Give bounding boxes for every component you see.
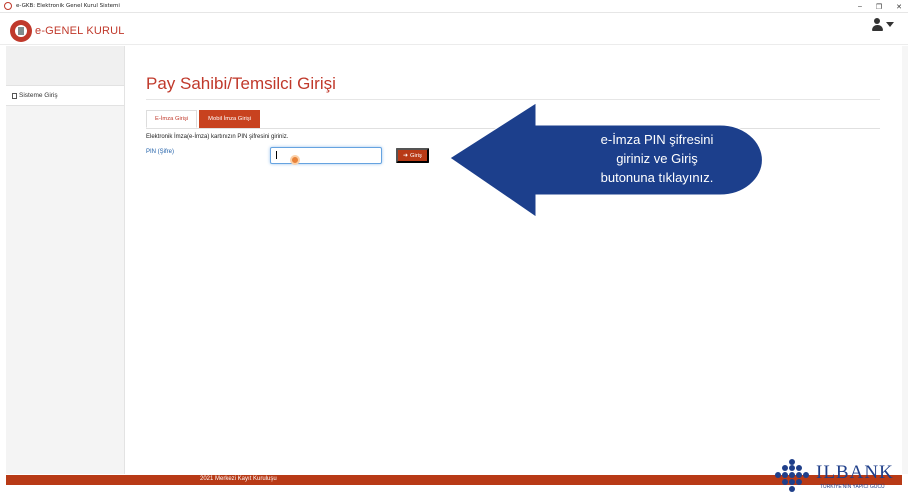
window-controls: – ❐ ✕ xyxy=(858,0,902,13)
sidebar-item-sisteme-giris[interactable]: Sisteme Giriş xyxy=(6,86,124,106)
window-titlebar: e-GKB: Elektronik Genel Kurul Sistemi – … xyxy=(0,0,908,13)
app-header: e-GENEL KURUL xyxy=(0,13,908,45)
callout-line: e-İmza PIN şifresini xyxy=(600,132,714,147)
login-button[interactable]: ➜ Giriş xyxy=(396,148,429,163)
sign-in-icon: ➜ xyxy=(403,153,409,159)
callout-line: butonuna tıklayınız. xyxy=(600,170,714,185)
login-button-label: Giriş xyxy=(410,152,422,159)
watermark-name: ILBANK xyxy=(816,462,894,483)
click-indicator xyxy=(290,155,300,165)
sidebar: Sisteme Giriş xyxy=(6,46,125,474)
callout-text: e-İmza PIN şifresini giriniz ve Giriş bu… xyxy=(552,130,762,187)
logo[interactable]: e-GENEL KURUL xyxy=(10,20,125,42)
callout-line: giriniz ve Giriş xyxy=(616,151,698,166)
pin-label: PIN (Şifre) xyxy=(146,149,175,155)
sidebar-item-label: Sisteme Giriş xyxy=(19,92,58,99)
logo-icon xyxy=(10,20,32,42)
footer-bar xyxy=(6,475,902,485)
ilbank-logo-icon xyxy=(775,459,809,492)
close-icon[interactable]: ✕ xyxy=(896,3,902,11)
tab-e-imza[interactable]: E-İmza Girişi xyxy=(146,110,198,128)
instruction-text: Elektronik İmza(e-İmza) kartınızın PIN ş… xyxy=(146,134,289,140)
watermark-tagline: TÜRKİYE'NİN YAPICI GÜCÜ xyxy=(820,484,885,490)
ilbank-watermark: ILBANK TÜRKİYE'NİN YAPICI GÜCÜ xyxy=(772,458,908,494)
page-title: Pay Sahibi/Temsilci Girişi xyxy=(146,74,336,93)
sidebar-top xyxy=(6,46,124,86)
window-title: e-GKB: Elektronik Genel Kurul Sistemi xyxy=(16,3,120,9)
footer-text: 2021 Merkezi Kayıt Kuruluşu xyxy=(200,476,277,482)
login-tabs: E-İmza Girişi Mobil İmza Girişi xyxy=(146,110,261,128)
caret-down-icon xyxy=(886,22,894,27)
text-cursor xyxy=(276,151,277,159)
title-divider xyxy=(146,99,880,100)
minimize-icon[interactable]: – xyxy=(858,3,862,10)
logo-text: e-GENEL KURUL xyxy=(35,25,125,37)
vertical-scrollbar[interactable] xyxy=(902,46,908,474)
instruction-arrow-callout: e-İmza PIN şifresini giriniz ve Giriş bu… xyxy=(450,103,762,217)
restore-icon[interactable]: ❐ xyxy=(876,3,882,11)
user-menu[interactable] xyxy=(872,18,894,31)
tab-mobil-imza[interactable]: Mobil İmza Girişi xyxy=(199,110,261,128)
pin-input[interactable] xyxy=(270,147,382,164)
app-icon xyxy=(4,2,12,10)
user-icon xyxy=(872,18,883,31)
document-icon xyxy=(12,92,17,99)
app-window: e-GKB: Elektronik Genel Kurul Sistemi – … xyxy=(0,0,908,494)
